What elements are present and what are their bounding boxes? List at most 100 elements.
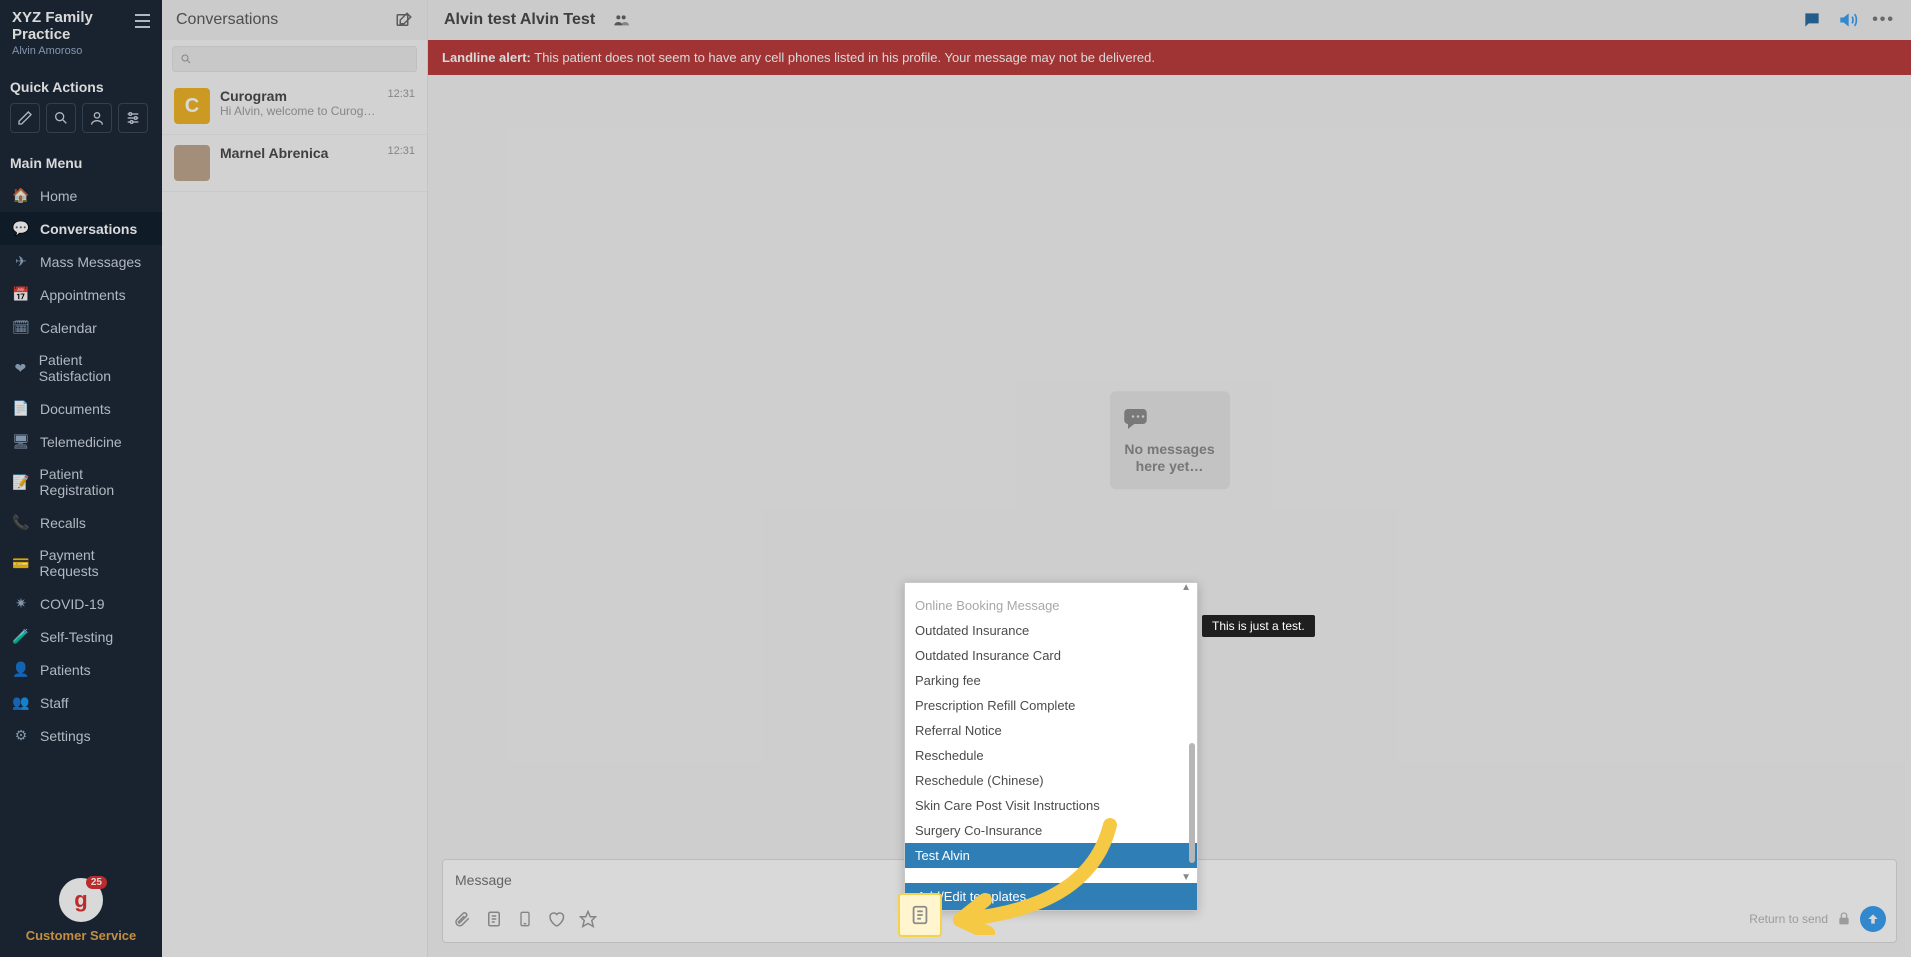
customer-service-badge[interactable]: g 25 <box>59 878 103 922</box>
menu-icon: 👤 <box>12 661 30 678</box>
chat-bubble-icon[interactable] <box>1802 10 1822 30</box>
template-item[interactable]: Outdated Insurance Card <box>905 643 1197 668</box>
menu-icon: ✷ <box>12 595 30 612</box>
menu-label: Recalls <box>40 515 86 531</box>
conversations-header: Conversations <box>176 11 278 29</box>
menu-label: Telemedicine <box>40 434 122 450</box>
send-button[interactable] <box>1860 906 1886 932</box>
template-item[interactable]: Parking fee <box>905 668 1197 693</box>
menu-icon: 💳 <box>12 555 29 572</box>
phone-template-icon[interactable] <box>517 910 533 928</box>
template-item[interactable]: Reschedule (Chinese) <box>905 768 1197 793</box>
menu-icon: ⚙ <box>12 727 30 744</box>
scroll-down-icon[interactable]: ▼ <box>905 873 1197 883</box>
menu-label: Documents <box>40 401 111 417</box>
alert-label: Landline alert: <box>442 50 531 65</box>
empty-text: No messages here yet… <box>1120 441 1220 475</box>
sidebar-item-mass-messages[interactable]: ✈Mass Messages <box>0 245 162 278</box>
template-scrollbar[interactable] <box>1189 743 1195 863</box>
template-item[interactable]: Online Booking Message <box>905 593 1197 618</box>
menu-icon: 📅 <box>12 286 30 303</box>
sidebar-item-patient-registration[interactable]: 📝 Patient Registration <box>0 458 162 506</box>
menu-icon: 📞 <box>12 514 30 531</box>
quick-search-button[interactable] <box>46 103 76 133</box>
alert-text: This patient does not seem to have any c… <box>534 50 1155 65</box>
menu-icon: ❤ <box>12 360 29 377</box>
template-item[interactable]: Test Alvin <box>905 843 1197 868</box>
template-item[interactable]: Outdated Insurance <box>905 618 1197 643</box>
attachment-icon[interactable] <box>453 910 471 928</box>
templates-icon[interactable] <box>485 910 503 928</box>
compose-icon[interactable] <box>395 11 413 29</box>
menu-label: Patient Satisfaction <box>39 352 150 384</box>
menu-label: Self-Testing <box>40 629 113 645</box>
menu-label: Patients <box>40 662 91 678</box>
main-menu-label: Main Menu <box>0 143 162 179</box>
add-edit-templates-button[interactable]: Add/Edit templates <box>905 883 1197 910</box>
menu-icon: 💬 <box>12 220 30 237</box>
sidebar-item-self-testing[interactable]: 🧪 Self-Testing <box>0 620 162 653</box>
sidebar-item-calendar[interactable]: 🗓 Calendar <box>0 311 162 344</box>
template-item[interactable]: Waitlist Invite <box>905 868 1197 873</box>
template-item[interactable]: Surgery Co-Insurance <box>905 818 1197 843</box>
menu-icon: 🧪 <box>12 628 30 645</box>
sidebar-item-documents[interactable]: 📄Documents <box>0 392 162 425</box>
menu-label: Calendar <box>40 320 97 336</box>
menu-label: Staff <box>40 695 69 711</box>
sidebar-item-patients[interactable]: 👤 Patients <box>0 653 162 686</box>
conversation-search-input[interactable] <box>172 46 417 72</box>
conversation-name: Marnel Abrenica <box>220 145 377 161</box>
menu-label: Settings <box>40 728 91 744</box>
user-name: Alvin Amoroso <box>12 45 135 57</box>
favorite-icon[interactable] <box>547 910 565 928</box>
sidebar-item-covid-19[interactable]: ✷COVID-19 <box>0 587 162 620</box>
menu-label: Appointments <box>40 287 126 303</box>
sidebar: XYZ Family Practice Alvin Amoroso Quick … <box>0 0 162 957</box>
sound-icon[interactable] <box>1836 10 1858 30</box>
highlighted-templates-button[interactable] <box>898 893 942 937</box>
lock-icon[interactable] <box>1836 911 1852 927</box>
template-item[interactable]: Reschedule <box>905 743 1197 768</box>
menu-icon: 🗓 <box>12 319 30 336</box>
star-icon[interactable] <box>579 910 597 928</box>
sidebar-item-appointments[interactable]: 📅 Appointments <box>0 278 162 311</box>
conversation-time: 12:31 <box>387 145 415 181</box>
hamburger-icon[interactable] <box>135 14 150 28</box>
avatar: C <box>174 88 210 124</box>
scroll-up-icon[interactable]: ▲ <box>905 583 1197 593</box>
conversation-item[interactable]: Marnel Abrenica 12:31 <box>162 135 427 192</box>
template-item[interactable]: Referral Notice <box>905 718 1197 743</box>
customer-service-label: Customer Service <box>0 928 162 943</box>
conversation-time: 12:31 <box>387 88 415 124</box>
sidebar-item-recalls[interactable]: 📞 Recalls <box>0 506 162 539</box>
quick-patient-button[interactable] <box>82 103 112 133</box>
quick-compose-button[interactable] <box>10 103 40 133</box>
empty-bubble-icon <box>1120 405 1220 435</box>
template-item[interactable]: Prescription Refill Complete <box>905 693 1197 718</box>
menu-label: Patient Registration <box>39 466 150 498</box>
menu-icon: 📝 <box>12 474 29 491</box>
sidebar-item-staff[interactable]: 👥Staff <box>0 686 162 719</box>
template-item[interactable]: Skin Care Post Visit Instructions <box>905 793 1197 818</box>
conversation-item[interactable]: C CurogramHi Alvin, welcome to Curogr… 12:… <box>162 78 427 135</box>
conversation-snippet: Hi Alvin, welcome to Curogr… <box>220 104 377 118</box>
empty-state: No messages here yet… <box>1110 391 1230 489</box>
search-icon <box>180 53 192 65</box>
more-icon[interactable]: ••• <box>1872 11 1895 29</box>
sidebar-item-patient-satisfaction[interactable]: ❤ Patient Satisfaction <box>0 344 162 392</box>
sidebar-item-conversations[interactable]: 💬 Conversations <box>0 212 162 245</box>
sidebar-item-telemedicine[interactable]: 🖥Telemedicine <box>0 425 162 458</box>
sidebar-footer: g 25 Customer Service <box>0 878 162 957</box>
menu-label: Mass Messages <box>40 254 141 270</box>
badge-letter: g <box>74 887 87 913</box>
return-to-send-label: Return to send <box>1749 912 1828 926</box>
sidebar-item-settings[interactable]: ⚙ Settings <box>0 719 162 752</box>
sidebar-item-payment-requests[interactable]: 💳Payment Requests <box>0 539 162 587</box>
chat-column: Alvin test Alvin Test ••• Landline alert… <box>428 0 1911 957</box>
conversation-name: Curogram <box>220 88 377 104</box>
quick-settings-button[interactable] <box>118 103 148 133</box>
menu-icon: 🏠 <box>12 187 30 204</box>
group-icon[interactable] <box>611 12 631 28</box>
menu-label: Conversations <box>40 221 137 237</box>
sidebar-item-home[interactable]: 🏠Home <box>0 179 162 212</box>
